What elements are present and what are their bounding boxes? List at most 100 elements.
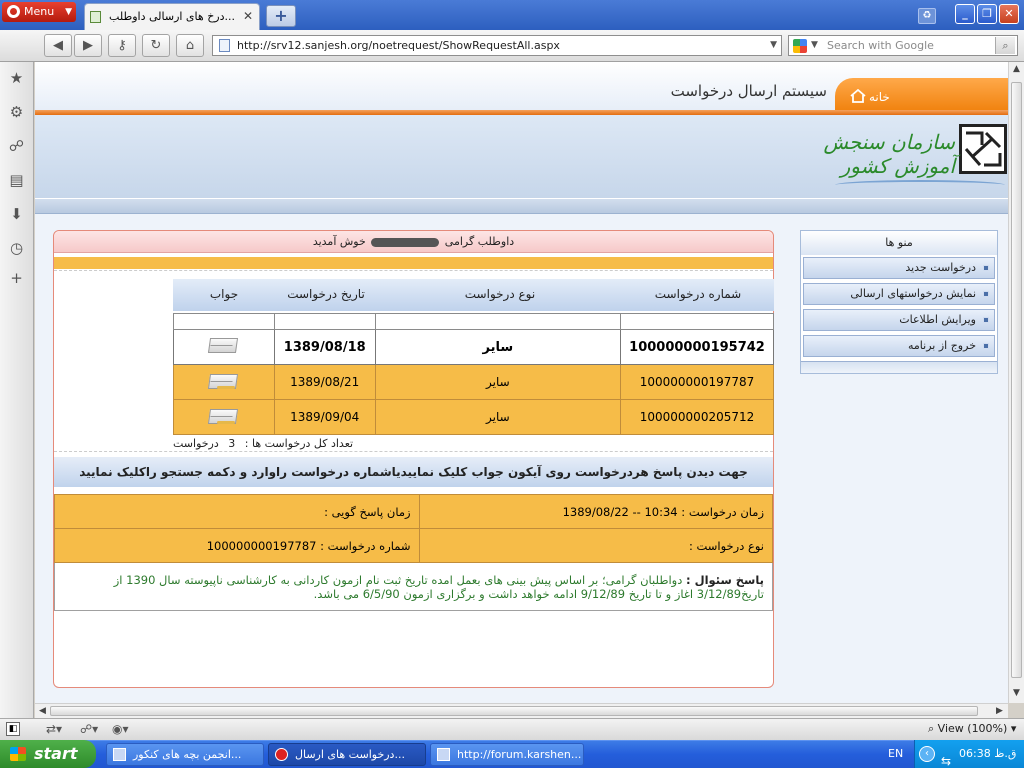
- answer-row: پاسخ سئوال : دواطلبان گرامی؛ بر اساس پیش…: [54, 562, 773, 611]
- address-dropdown-icon[interactable]: ▼: [770, 36, 777, 55]
- request-type-cell: نوع درخواست :: [418, 528, 774, 563]
- start-button[interactable]: start: [0, 740, 96, 768]
- trash-icon[interactable]: ♻: [918, 8, 936, 24]
- page-favicon-icon: [90, 11, 101, 23]
- request-detail-table: زمان درخواست : 10:34 -- 1389/08/22 زمان …: [54, 494, 774, 611]
- envelope-icon[interactable]: [207, 407, 239, 425]
- logo-swoosh: [835, 180, 1005, 190]
- detail-row: زمان درخواست : 10:34 -- 1389/08/22 زمان …: [54, 494, 774, 529]
- back-button[interactable]: ◀: [44, 34, 72, 57]
- answer-cell[interactable]: [173, 329, 275, 365]
- scroll-thumb[interactable]: [50, 706, 978, 716]
- menu-label: Menu: [24, 5, 55, 18]
- taskbar-item-opera[interactable]: درخواست های ارسال...: [268, 743, 426, 766]
- envelope-icon[interactable]: [207, 336, 239, 354]
- search-engine-dropdown-icon[interactable]: ▼: [811, 36, 818, 55]
- unite-status-icon[interactable]: ☍▾: [80, 722, 98, 736]
- answer-cell[interactable]: [173, 364, 275, 400]
- zoom-control[interactable]: ⌕ View (100%) ▾: [928, 722, 1016, 736]
- type-cell: سایر: [374, 399, 622, 435]
- count-unit: درخواست: [173, 437, 219, 450]
- network-icon[interactable]: ⇆: [941, 747, 951, 768]
- request-number-cell: شماره درخواست : 100000000197787: [54, 528, 420, 563]
- task-label: درخواست های ارسال...: [295, 748, 405, 761]
- close-window-button[interactable]: ✕: [999, 4, 1019, 24]
- filter-cell: [620, 313, 774, 330]
- date-cell: 1389/08/18: [273, 329, 376, 365]
- request-time-value: 10:34 -- 1389/08/22: [562, 504, 678, 519]
- history-icon[interactable]: ◷: [8, 240, 25, 257]
- notes-icon[interactable]: ▤: [8, 172, 25, 189]
- organization-name: سازمان سنجش آموزش کشور: [823, 130, 955, 178]
- menu-item-label: خروج از برنامه: [908, 339, 976, 352]
- downloads-icon[interactable]: ⬇: [8, 206, 25, 223]
- envelope-icon[interactable]: [207, 372, 239, 390]
- response-time-label: زمان پاسخ گویی :: [324, 504, 411, 519]
- new-tab-button[interactable]: +: [266, 5, 296, 27]
- reload-button[interactable]: ↻: [142, 34, 170, 57]
- status-bar: ◧ ⇄▾ ☍▾ ◉▾: [0, 718, 1024, 740]
- language-indicator[interactable]: EN: [888, 740, 903, 768]
- forward-button[interactable]: ▶: [74, 34, 102, 57]
- sanjesh-logo-icon: [959, 124, 1007, 174]
- opera-menu-button[interactable]: Menu ▼: [2, 2, 76, 22]
- key-icon[interactable]: ⚷: [108, 34, 136, 57]
- request-number-label: شماره درخواست :: [320, 538, 411, 553]
- number-cell: 100000000205712: [620, 399, 774, 435]
- close-tab-icon[interactable]: ✕: [243, 4, 253, 29]
- home-link[interactable]: خانه: [869, 90, 890, 104]
- zoom-label: View (100%): [937, 722, 1008, 735]
- vertical-scrollbar[interactable]: ▲ ▼: [1008, 62, 1024, 703]
- tray-expand-icon[interactable]: ‹: [919, 746, 935, 762]
- scroll-up-icon[interactable]: ▲: [1009, 62, 1024, 77]
- widgets-icon[interactable]: ⚙: [8, 104, 25, 121]
- clock[interactable]: 06:38 ق.ظ: [959, 740, 1016, 768]
- menu-item-label: ویرایش اطلاعات: [899, 313, 976, 326]
- request-time-label: زمان درخواست :: [681, 504, 764, 519]
- table-row: 1389/08/21 سایر 100000000197787: [173, 364, 774, 400]
- menu-item-new-request[interactable]: درخواست جدید: [803, 257, 995, 279]
- menu-item-sent-requests[interactable]: نمایش درخواستهای ارسالی: [803, 283, 995, 305]
- scroll-right-icon[interactable]: ▶: [992, 704, 1007, 719]
- scroll-down-icon[interactable]: ▼: [1009, 686, 1024, 701]
- bookmarks-icon[interactable]: ★: [8, 70, 25, 87]
- taskbar-item-forum[interactable]: انجمن بچه های کنکور...: [106, 743, 264, 766]
- opera-icon: [275, 748, 288, 761]
- search-icon[interactable]: ⌕: [995, 37, 1015, 54]
- side-menu: منو ها درخواست جدید نمایش درخواستهای ارس…: [800, 230, 998, 374]
- document-icon: [437, 748, 450, 761]
- welcome-bar: داوطلب گرامی خوش آمدید: [54, 231, 773, 253]
- requests-table: 1389/08/18 سایر 100000000195742 1389/08/…: [173, 313, 774, 435]
- taskbar-item-browser[interactable]: http://forum.karshen...: [430, 743, 584, 766]
- table-filter-row: [173, 313, 774, 330]
- date-cell: 1389/08/21: [273, 364, 376, 400]
- welcome-suffix: خوش آمدید: [312, 235, 366, 248]
- panel-toggle-icon[interactable]: ◧: [6, 722, 20, 736]
- start-label: start: [34, 744, 78, 763]
- horizontal-scrollbar[interactable]: ◀ ▶: [35, 703, 1008, 718]
- restore-button[interactable]: ❐: [977, 4, 997, 24]
- filter-cell: [273, 313, 376, 330]
- header-request-type: نوع درخواست: [464, 287, 536, 301]
- home-icon[interactable]: [850, 88, 866, 103]
- turbo-icon[interactable]: ◉▾: [112, 722, 129, 736]
- menu-item-edit-info[interactable]: ویرایش اطلاعات: [803, 309, 995, 331]
- address-field[interactable]: http://srv12.sanjesh.org/noetrequest/Sho…: [212, 35, 782, 56]
- unite-icon[interactable]: ☍: [8, 138, 25, 155]
- page-icon: [219, 39, 230, 52]
- scroll-thumb[interactable]: [1011, 82, 1022, 678]
- scroll-left-icon[interactable]: ◀: [35, 704, 50, 719]
- instructions-banner: جهت دیدن پاسخ هردرخواست روی آیکون جواب ک…: [54, 457, 773, 487]
- request-count: تعداد کل درخواست ها : 3 درخواست: [173, 437, 503, 450]
- answer-cell[interactable]: [173, 399, 275, 435]
- menu-title: منو ها: [801, 231, 997, 255]
- minimize-button[interactable]: _: [955, 4, 975, 24]
- add-panel-icon[interactable]: +: [8, 270, 25, 287]
- redacted-name: [371, 237, 440, 247]
- tab-active[interactable]: ...درخ های ارسالی داوطلب ✕: [84, 3, 260, 30]
- sync-icon[interactable]: ⇄▾: [46, 722, 62, 736]
- menu-item-logout[interactable]: خروج از برنامه: [803, 335, 995, 357]
- search-input[interactable]: ▼ Search with Google ⌕: [788, 35, 1018, 56]
- home-button[interactable]: ⌂: [176, 34, 204, 57]
- windows-logo-icon: [10, 747, 26, 761]
